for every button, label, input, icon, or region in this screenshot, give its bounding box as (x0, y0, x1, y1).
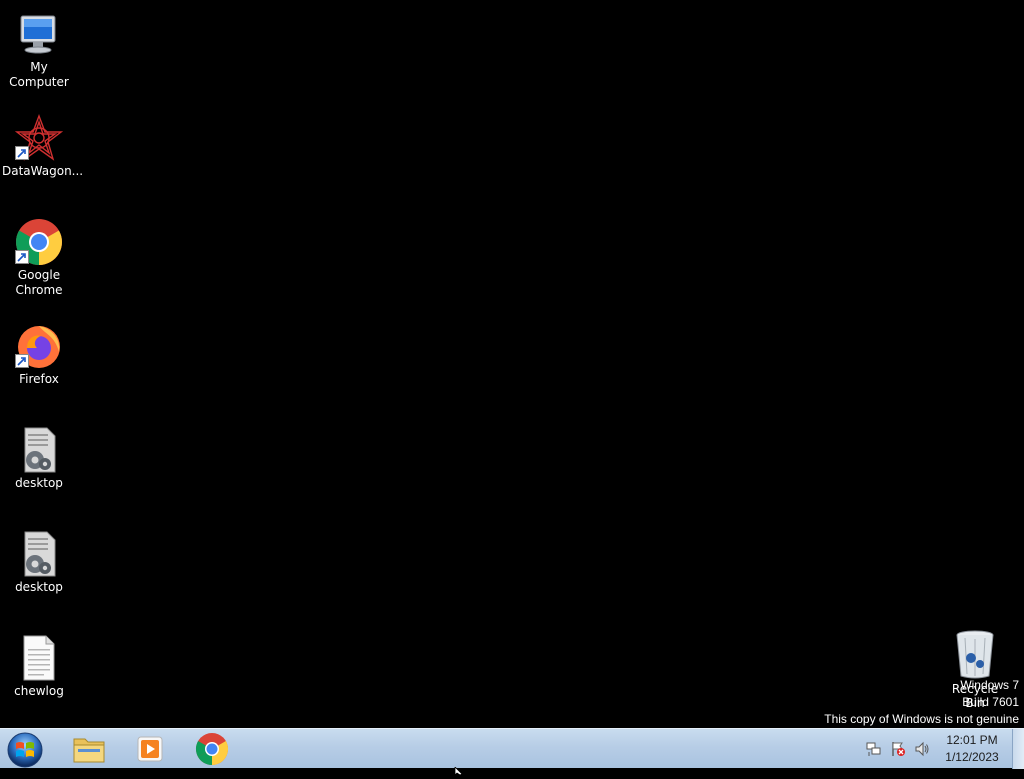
mouse-cursor-icon (454, 760, 464, 779)
settings-file-icon (15, 426, 63, 474)
action-center-flag-icon[interactable] (890, 741, 906, 757)
firefox-icon (15, 322, 63, 370)
taskbar-media-player-button[interactable] (128, 731, 172, 767)
taskbar: 12:01 PM 1/12/2023 (0, 728, 1024, 769)
windows-genuine-watermark: Windows 7 Build 7601 This copy of Window… (824, 677, 1019, 728)
clock-date: 1/12/2023 (945, 750, 999, 764)
network-icon[interactable] (866, 741, 882, 757)
desktop-icon-label: desktop (15, 476, 63, 490)
chrome-icon (15, 218, 63, 266)
taskbar-clock[interactable]: 12:01 PM 1/12/2023 (930, 732, 1014, 766)
clock-time: 12:01 PM (946, 733, 998, 747)
desktop-icon-label: Google Chrome (15, 268, 63, 297)
taskbar-chrome-button[interactable] (190, 731, 234, 767)
desktop-icon-my-computer[interactable]: My Computer (0, 0, 78, 90)
start-orb-icon (7, 732, 43, 768)
datawagon-icon (14, 114, 64, 162)
desktop-area[interactable]: My Computer DataWagon... Google Chrome F… (0, 0, 1024, 728)
shortcut-arrow-icon (15, 250, 29, 264)
taskbar-windows-explorer-button[interactable] (67, 731, 111, 767)
shortcut-arrow-icon (15, 354, 29, 368)
recycle-bin-icon (951, 628, 999, 680)
desktop-icon-desktop-ini-2[interactable]: desktop (0, 520, 78, 595)
settings-file-icon (15, 530, 63, 578)
folder-icon (73, 738, 105, 763)
desktop-icon-datawagon[interactable]: DataWagon... (0, 104, 84, 179)
desktop-icon-label: chewlog (14, 684, 64, 698)
chrome-icon (195, 733, 229, 766)
watermark-genuine-notice: This copy of Windows is not genuine (824, 712, 1019, 726)
desktop-icon-label: DataWagon... (2, 164, 84, 178)
media-player-icon (137, 736, 163, 762)
desktop-icon-label: Firefox (19, 372, 59, 386)
watermark-os-name: Windows 7 (960, 678, 1019, 692)
computer-icon (15, 10, 63, 58)
desktop-icon-label: My Computer (9, 60, 69, 89)
desktop-icon-google-chrome[interactable]: Google Chrome (0, 208, 78, 298)
desktop-icon-firefox[interactable]: Firefox (0, 312, 78, 387)
desktop-icon-desktop-ini-1[interactable]: desktop (0, 416, 78, 491)
start-button[interactable] (6, 731, 44, 769)
desktop-icon-label: desktop (15, 580, 63, 594)
watermark-build: Build 7601 (962, 695, 1019, 709)
text-file-icon (15, 634, 63, 682)
show-desktop-button[interactable] (1012, 729, 1024, 769)
desktop-icon-chewlog[interactable]: chewlog (0, 624, 78, 699)
volume-icon[interactable] (914, 741, 930, 757)
shortcut-arrow-icon (15, 146, 29, 160)
